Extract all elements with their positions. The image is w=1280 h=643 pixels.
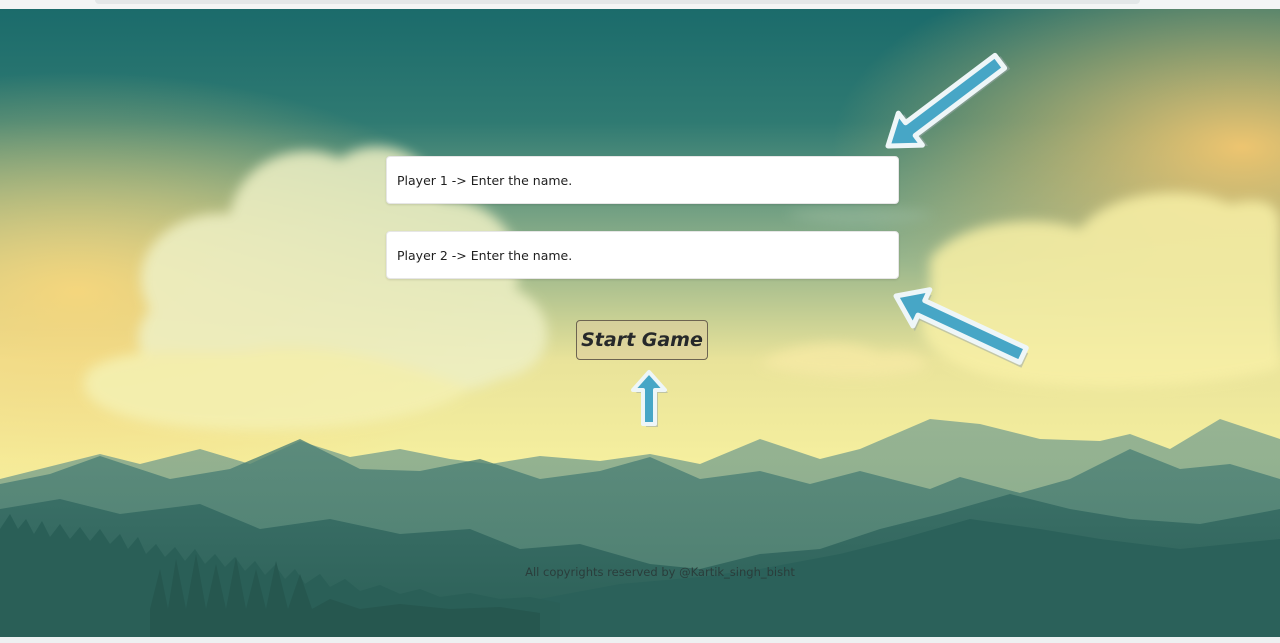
browser-top-strip: [0, 0, 1280, 9]
arrow-pointing-player1-input: [885, 52, 1011, 149]
start-game-button[interactable]: Start Game: [576, 320, 708, 360]
page: Start Game All copyrights reserved by @K…: [0, 0, 1280, 643]
player2-name-input[interactable]: [386, 231, 899, 279]
browser-address-bar-edge: [95, 0, 1140, 4]
copyright-footer: All copyrights reserved by @Kartik_singh…: [525, 565, 795, 579]
arrow-pointing-start-button: [631, 370, 668, 427]
browser-bottom-strip: [0, 637, 1280, 643]
player1-name-input[interactable]: [386, 156, 899, 204]
arrow-pointing-player2-input: [893, 287, 1029, 368]
